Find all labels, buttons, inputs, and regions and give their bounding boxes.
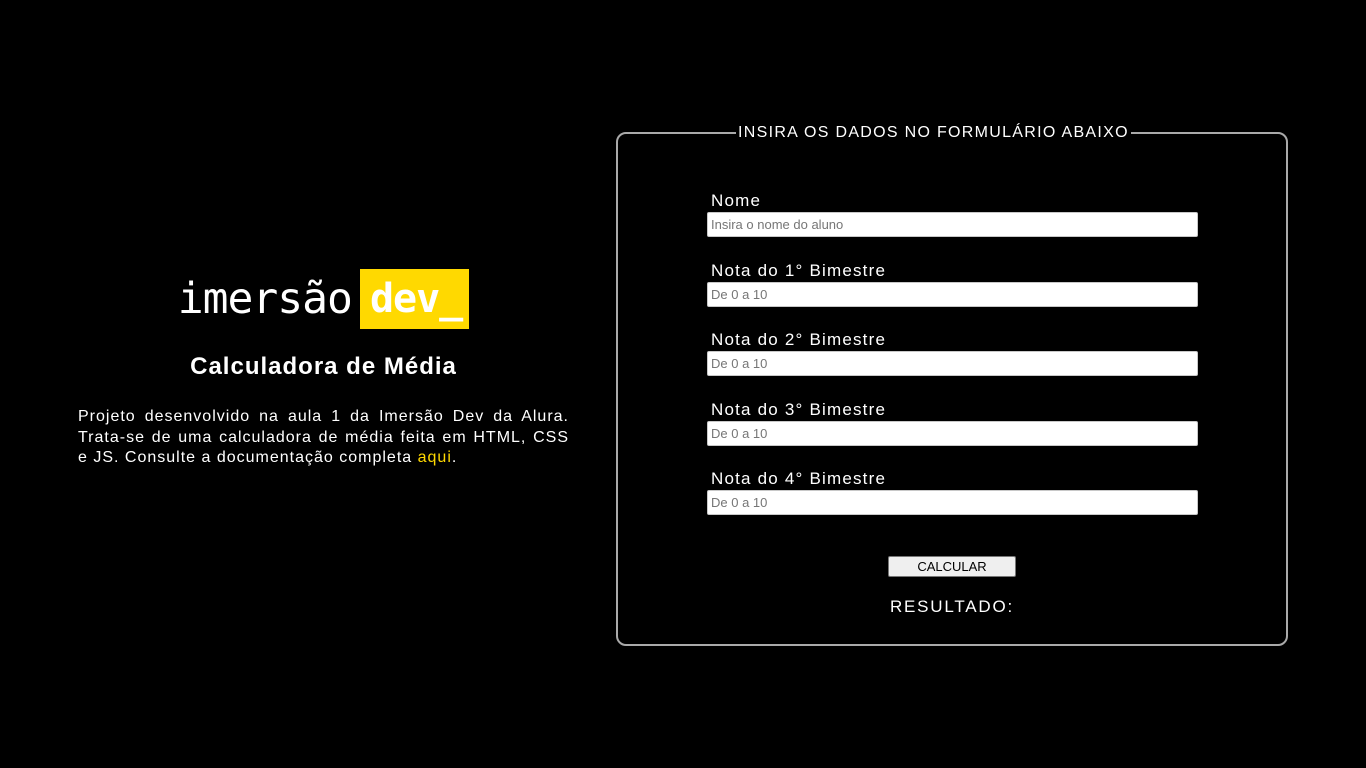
field-nome: Nome — [707, 190, 1198, 260]
result-label: RESULTADO: — [889, 597, 1015, 616]
field-label-nota-1: Nota do 1° Bimestre — [711, 260, 887, 280]
field-nota-4: Nota do 4° Bimestre — [707, 468, 1198, 538]
project-description: Projeto desenvolvido na aula 1 da Imersã… — [78, 407, 569, 469]
nota-2-input[interactable] — [707, 351, 1198, 376]
field-nota-1: Nota do 1° Bimestre — [707, 260, 1198, 330]
nome-input[interactable] — [707, 212, 1198, 237]
logo-word: imersão — [177, 274, 353, 324]
logo-highlight: dev_ — [359, 269, 470, 329]
imersao-dev-logo: imersão dev_ — [78, 269, 569, 329]
form-legend: INSIRA OS DADOS NO FORMULÁRIO ABAIXO — [736, 122, 1131, 144]
field-label-nota-3: Nota do 3° Bimestre — [711, 399, 887, 419]
description-text: Projeto desenvolvido na aula 1 da Imersã… — [78, 408, 569, 466]
nota-1-input[interactable] — [707, 281, 1198, 307]
page-title: Calculadora de Média — [190, 353, 457, 380]
description-suffix: . — [451, 449, 458, 466]
grade-form-panel: INSIRA OS DADOS NO FORMULÁRIO ABAIXO Nom… — [616, 122, 1288, 646]
field-label-nome: Nome — [711, 191, 762, 210]
intro-section: imersão dev_ Calculadora de Média Projet… — [78, 269, 569, 485]
nota-3-input[interactable] — [707, 420, 1198, 446]
field-label-nota-2: Nota do 2° Bimestre — [711, 330, 887, 349]
documentation-link[interactable]: aqui — [418, 449, 452, 466]
page: imersão dev_ Calculadora de Média Projet… — [0, 0, 1366, 768]
field-nota-3: Nota do 3° Bimestre — [707, 399, 1198, 469]
form-fields: Nome Nota do 1° Bimestre Nota do 2° Bime… — [707, 190, 1198, 538]
nota-4-input[interactable] — [707, 490, 1198, 515]
calcular-button[interactable]: CALCULAR — [888, 556, 1016, 577]
field-label-nota-4: Nota do 4° Bimestre — [711, 469, 887, 488]
field-nota-2: Nota do 2° Bimestre — [707, 329, 1198, 399]
